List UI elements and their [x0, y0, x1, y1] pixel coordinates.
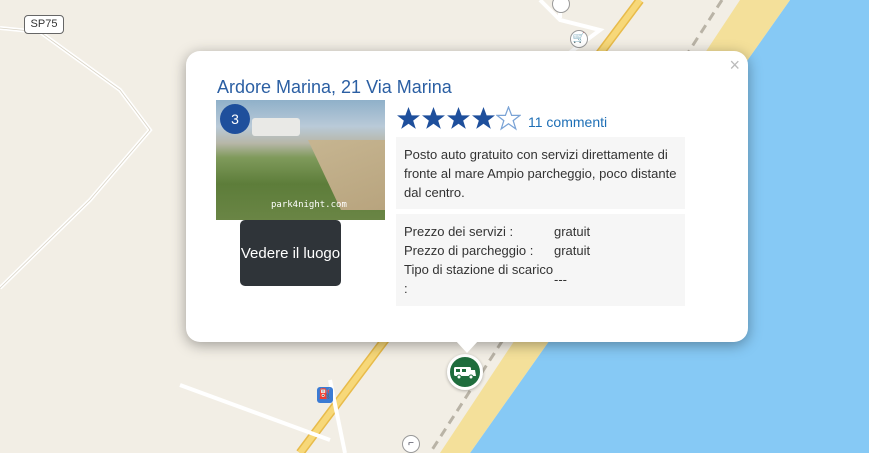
detail-row: Prezzo dei servizi : gratuit	[404, 222, 677, 241]
star-empty-icon	[496, 106, 521, 131]
shopping-basket-icon[interactable]: 🛒	[570, 30, 588, 48]
photo-watermark: park4night.com	[271, 200, 347, 210]
detail-value: gratuit	[554, 243, 591, 258]
place-description: Posto auto gratuito con servizi direttam…	[396, 137, 685, 209]
detail-value: gratuit	[554, 224, 591, 239]
close-icon[interactable]: ×	[729, 55, 740, 76]
star-filled-icon	[472, 107, 495, 129]
star-filled-icon	[397, 107, 420, 129]
comments-link[interactable]: 11 commenti	[528, 114, 607, 130]
star-filled-icon	[422, 107, 445, 129]
popup-pointer	[455, 340, 479, 353]
photo-count-badge: 3	[220, 104, 250, 134]
camper-van-icon[interactable]	[447, 354, 483, 390]
place-details: Prezzo dei servizi : gratuit Prezzo di p…	[396, 214, 685, 306]
place-popup: × Ardore Marina, 21 Via Marina park4nigh…	[186, 51, 748, 342]
detail-row: Prezzo di parcheggio : gratuit	[404, 241, 677, 260]
map-poi-icon[interactable]: ⌐	[402, 435, 420, 453]
photo-camper	[252, 118, 300, 136]
road-shield-sp75: SP75	[24, 15, 64, 34]
detail-label: Prezzo di parcheggio :	[404, 243, 534, 258]
detail-row: Tipo di stazione di scarico : ---	[404, 260, 677, 298]
star-filled-icon	[447, 107, 470, 129]
rating-stars	[396, 106, 521, 131]
place-title-link[interactable]: Ardore Marina, 21 Via Marina	[217, 77, 452, 98]
detail-value: ---	[554, 271, 567, 287]
fuel-station-icon[interactable]: ⛽	[317, 387, 333, 403]
visit-place-button[interactable]: Vedere il luogo	[240, 220, 341, 286]
detail-label: Prezzo dei servizi :	[404, 224, 514, 239]
detail-label: Tipo di stazione di scarico :	[404, 262, 554, 296]
